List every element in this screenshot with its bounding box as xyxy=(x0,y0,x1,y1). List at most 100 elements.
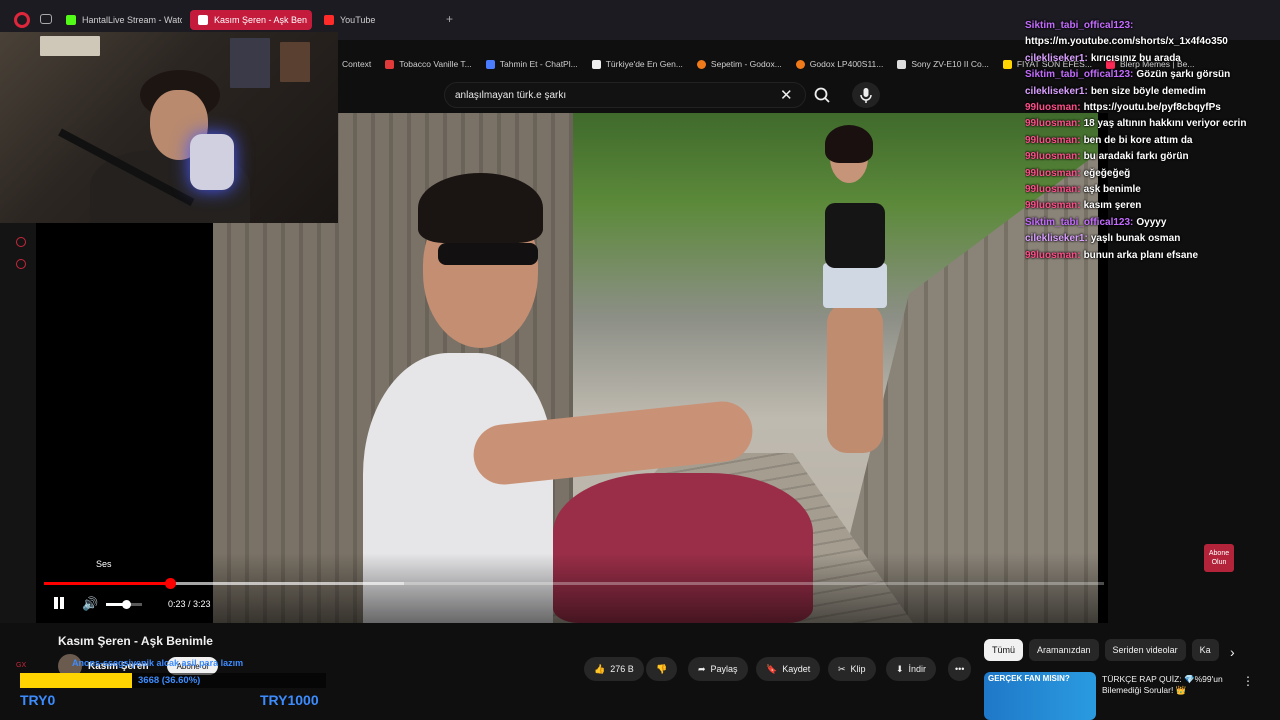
chat-username: Siktim_tabi_offical123: xyxy=(1025,216,1134,228)
new-tab-plus-icon[interactable]: + xyxy=(446,12,453,26)
tab-hantallive[interactable]: HantalLive Stream - Watch xyxy=(58,10,182,30)
youtube-favicon-icon xyxy=(324,15,334,25)
thumbs-down-icon: 👎 xyxy=(656,663,668,674)
recommended-video-thumbnail[interactable]: GERÇEK FAN MISIN? xyxy=(984,672,1096,720)
bookmark-label: Sepetim - Godox... xyxy=(710,59,782,69)
chip-more[interactable]: Ka xyxy=(1191,639,1219,661)
subscribe-watermark[interactable]: Abone Olun xyxy=(1204,544,1234,572)
clear-search-icon[interactable]: ✕ xyxy=(780,86,793,104)
like-button[interactable]: 👍 276 B xyxy=(584,657,644,681)
download-icon: ⬇ xyxy=(896,663,904,674)
bookmark-item[interactable]: Godox LP400S11... xyxy=(795,59,884,69)
chat-text: https://youtu.be/pyf8cbqyfPs xyxy=(1083,102,1221,114)
chat-username: 99luosman: xyxy=(1025,200,1081,212)
tab-menu-icon[interactable] xyxy=(40,14,52,24)
like-count: 276 B xyxy=(610,664,634,674)
bookmark-item[interactable]: Türkiye'de En Gen... xyxy=(591,59,683,69)
chip-all[interactable]: Tümü xyxy=(984,639,1024,661)
save-button[interactable]: 🔖 Kaydet xyxy=(756,657,821,681)
tab-label: HantalLive Stream - Watch xyxy=(82,15,182,25)
search-query-text: anlaşılmayan türk.e şarkı xyxy=(455,89,567,101)
volume-knob[interactable] xyxy=(121,600,131,609)
chat-text: yaşlı bunak osman xyxy=(1090,233,1181,245)
bookmark-item[interactable]: Sepetim - Godox... xyxy=(696,59,782,69)
chat-message: cilekliseker1: ben size böyle demedim xyxy=(1025,84,1280,100)
bookmark-label: Context xyxy=(342,59,372,69)
scissors-icon: ✂ xyxy=(838,663,846,674)
download-button[interactable]: ⬇ İndir xyxy=(886,657,937,681)
chat-text: https://m.youtube.com/shorts/x_1x4f4o350 xyxy=(1025,36,1228,48)
chat-text: bunun arka planı efsane xyxy=(1083,249,1199,261)
sidebar-instagram-icon[interactable] xyxy=(16,237,26,247)
chat-username: Siktim_tabi_offical123: xyxy=(1025,20,1134,31)
video-woman-shorts xyxy=(823,263,887,308)
bookmark-item[interactable]: Tahmin Et - ChatPl... xyxy=(485,59,578,69)
search-input[interactable]: anlaşılmayan türk.e şarkı xyxy=(444,82,806,108)
chat-message: 99luosman: bunun arka planı efsane xyxy=(1025,248,1280,264)
tab-youtube[interactable]: YouTube xyxy=(316,10,396,30)
chevron-right-icon[interactable]: › xyxy=(1230,644,1235,660)
progress-scrubber-handle[interactable] xyxy=(164,578,176,589)
video-woman-top xyxy=(825,203,885,268)
more-vert-icon[interactable]: ⋮ xyxy=(1242,674,1254,688)
chat-text: eğeğeğeğ xyxy=(1083,167,1131,179)
chip-series[interactable]: Seriden videolar xyxy=(1104,639,1186,661)
tab-kasim-seren[interactable]: Kasım Şeren - Aşk Ben xyxy=(190,10,312,30)
pause-icon[interactable] xyxy=(52,597,66,611)
webcam-poster xyxy=(280,42,310,82)
dislike-button[interactable]: 👎 xyxy=(646,657,678,681)
volume-slider[interactable] xyxy=(106,600,142,609)
progress-bar[interactable] xyxy=(44,578,1104,589)
chat-username: cilekliseker1: xyxy=(1025,52,1088,64)
chat-message: 99luosman: bu aradaki farkı görün xyxy=(1025,149,1280,165)
share-button[interactable]: ➦ Paylaş xyxy=(688,657,748,681)
chat-text: Oyyyy xyxy=(1136,216,1167,228)
stream-chat-overlay: Siktim_tabi_offical123: https://m.youtube… xyxy=(1025,18,1280,264)
chat-message: 99luosman: https://youtu.be/pyf8cbqyfPs xyxy=(1025,100,1280,116)
chat-text: kasım şeren xyxy=(1083,200,1142,212)
bookmark-favicon-icon xyxy=(1002,59,1012,69)
chat-message: Siktim_tabi_offical123: Gözün şarkı görsü… xyxy=(1025,67,1280,83)
chat-message: 99luosman: eğeğeğeğ xyxy=(1025,166,1280,182)
volume-icon[interactable]: 🔊 xyxy=(82,596,98,612)
bookmark-item[interactable]: Context xyxy=(342,59,371,69)
tab-label: Kasım Şeren - Aşk Ben xyxy=(214,15,308,25)
chat-username: 99luosman: xyxy=(1025,151,1081,163)
tts-alert-text: Anons-ssegsiyenik alcak asil para lazım xyxy=(72,658,244,668)
bookmark-label: Sony ZV-E10 II Co... xyxy=(911,59,989,69)
share-label: Paylaş xyxy=(710,664,738,674)
chat-text: bu aradaki farkı görün xyxy=(1083,151,1189,163)
bookmark-favicon-icon xyxy=(897,59,907,69)
more-dots-icon: ••• xyxy=(955,664,965,674)
search-icon[interactable] xyxy=(806,82,840,108)
opera-logo-icon[interactable] xyxy=(14,12,30,28)
bookmark-favicon-icon xyxy=(795,59,805,69)
kick-favicon-icon xyxy=(66,15,76,25)
recommended-video-title[interactable]: TÜRKÇE RAP QUİZ: 💎%99'un Bilemediği Soru… xyxy=(1102,674,1232,696)
chat-text: ben de bi kore attım da xyxy=(1083,134,1193,146)
bookmark-favicon-icon xyxy=(591,59,601,69)
chat-text: Gözün şarkı görsün xyxy=(1136,69,1231,81)
chip-from-search[interactable]: Aramanızdan xyxy=(1029,639,1099,661)
video-frame xyxy=(213,113,1098,623)
more-actions-button[interactable]: ••• xyxy=(948,657,972,681)
webcam-poster xyxy=(230,38,270,88)
chat-text: kırıcısınız bu arada xyxy=(1090,52,1181,64)
gx-label: GX xyxy=(16,662,27,669)
bookmark-label: Godox LP400S11... xyxy=(809,59,884,69)
sidebar-settings-icon[interactable] xyxy=(16,259,26,269)
chat-message: 99luosman: ben de bi kore attım da xyxy=(1025,133,1280,149)
clip-button[interactable]: ✂ Klip xyxy=(828,657,876,681)
chat-text: aşk benimle xyxy=(1083,184,1141,196)
thumbs-up-icon: 👍 xyxy=(594,663,606,674)
screen: HantalLive Stream - Watch Kasım Şeren - … xyxy=(0,0,1280,720)
bookmark-item[interactable]: Sony ZV-E10 II Co... xyxy=(897,59,989,69)
chat-text: 18 yaş altının hakkını veriyor ecrin xyxy=(1083,118,1247,130)
chat-username: Siktim_tabi_offical123: xyxy=(1025,69,1134,81)
bookmark-item[interactable]: Tobacco Vanille T... xyxy=(385,59,472,69)
save-label: Kaydet xyxy=(782,664,811,674)
microphone-icon[interactable] xyxy=(852,82,880,108)
chat-message: https://m.youtube.com/shorts/x_1x4f4o350 xyxy=(1025,34,1280,50)
chat-username: cilekliseker1: xyxy=(1025,233,1088,245)
video-woman-hair xyxy=(825,125,873,163)
